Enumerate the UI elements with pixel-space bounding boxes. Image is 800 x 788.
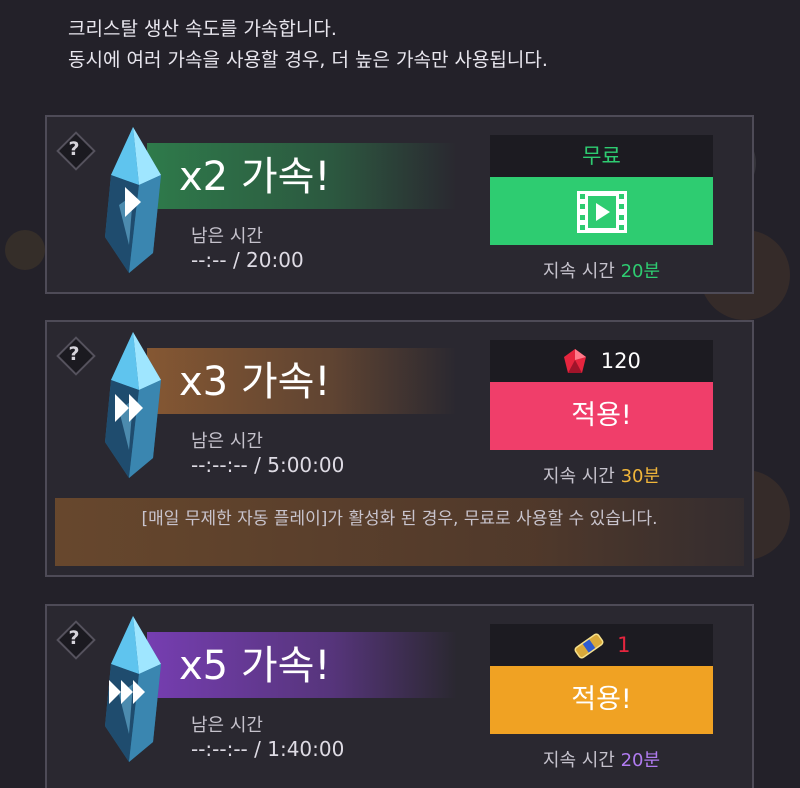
boost-title: x2 가속! [179, 154, 331, 200]
ticket-icon [574, 633, 604, 659]
help-button[interactable]: ? [56, 131, 96, 171]
remaining-time-value: --:-- / 20:00 [191, 248, 304, 272]
remaining-time-value: --:--:-- / 5:00:00 [191, 453, 345, 477]
auto-play-notice: [매일 무제한 자동 플레이]가 활성화 된 경우, 무료로 사용할 수 있습니… [55, 498, 744, 566]
boost-title: x5 가속! [179, 643, 331, 689]
boost-card-x2: ? x2 가속! 남은 시간 --:-- / 20:00 무료 지속 시간 20… [45, 115, 754, 294]
ruby-icon [564, 349, 587, 373]
help-button[interactable]: ? [56, 336, 96, 376]
cost-box: 무료 [490, 135, 713, 177]
question-icon: ? [68, 138, 80, 160]
remaining-time-label: 남은 시간 [191, 715, 263, 736]
duration-value: 20분 [620, 261, 661, 282]
duration-value: 20분 [620, 750, 661, 771]
cost-amount: 120 [600, 349, 641, 373]
cost-box: 120 [490, 340, 713, 382]
duration-label: 지속 시간 [542, 261, 615, 282]
cost-amount: 1 [617, 633, 631, 657]
remaining-time-label: 남은 시간 [191, 431, 263, 452]
duration-row: 지속 시간 20분 [490, 257, 713, 283]
help-button[interactable]: ? [56, 620, 96, 660]
apply-button[interactable]: 적용! [490, 382, 713, 450]
duration-row: 지속 시간 30분 [490, 462, 713, 488]
crystal-icon [105, 616, 161, 762]
description-line-2: 동시에 여러 가속을 사용할 경우, 더 높은 가속만 사용됩니다. [68, 49, 548, 71]
cost-box: 1 [490, 624, 713, 666]
background-ornament [5, 230, 45, 270]
description-text: 크리스탈 생산 속도를 가속합니다. 동시에 여러 가속을 사용할 경우, 더 … [68, 14, 768, 76]
remaining-time-label: 남은 시간 [191, 226, 263, 247]
boost-card-x5: ? x5 가속! 남은 시간 --:--:-- / 1:40:00 1 적용! … [45, 604, 754, 788]
crystal-icon [105, 332, 161, 478]
boost-card-x3: ? x3 가속! 남은 시간 --:--:-- / 5:00:00 120 적용… [45, 320, 754, 577]
remaining-time-value: --:--:-- / 1:40:00 [191, 737, 345, 761]
description-line-1: 크리스탈 생산 속도를 가속합니다. [68, 18, 337, 40]
film-play-icon [576, 190, 627, 233]
crystal-icon [105, 127, 161, 273]
duration-value: 30분 [620, 466, 661, 487]
question-icon: ? [68, 343, 80, 365]
duration-label: 지속 시간 [542, 466, 615, 487]
duration-row: 지속 시간 20분 [490, 746, 713, 772]
watch-ad-button[interactable] [490, 177, 713, 245]
question-icon: ? [68, 627, 80, 649]
cost-free-label: 무료 [582, 144, 621, 168]
duration-label: 지속 시간 [542, 750, 615, 771]
boost-title: x3 가속! [179, 359, 331, 405]
apply-button[interactable]: 적용! [490, 666, 713, 734]
